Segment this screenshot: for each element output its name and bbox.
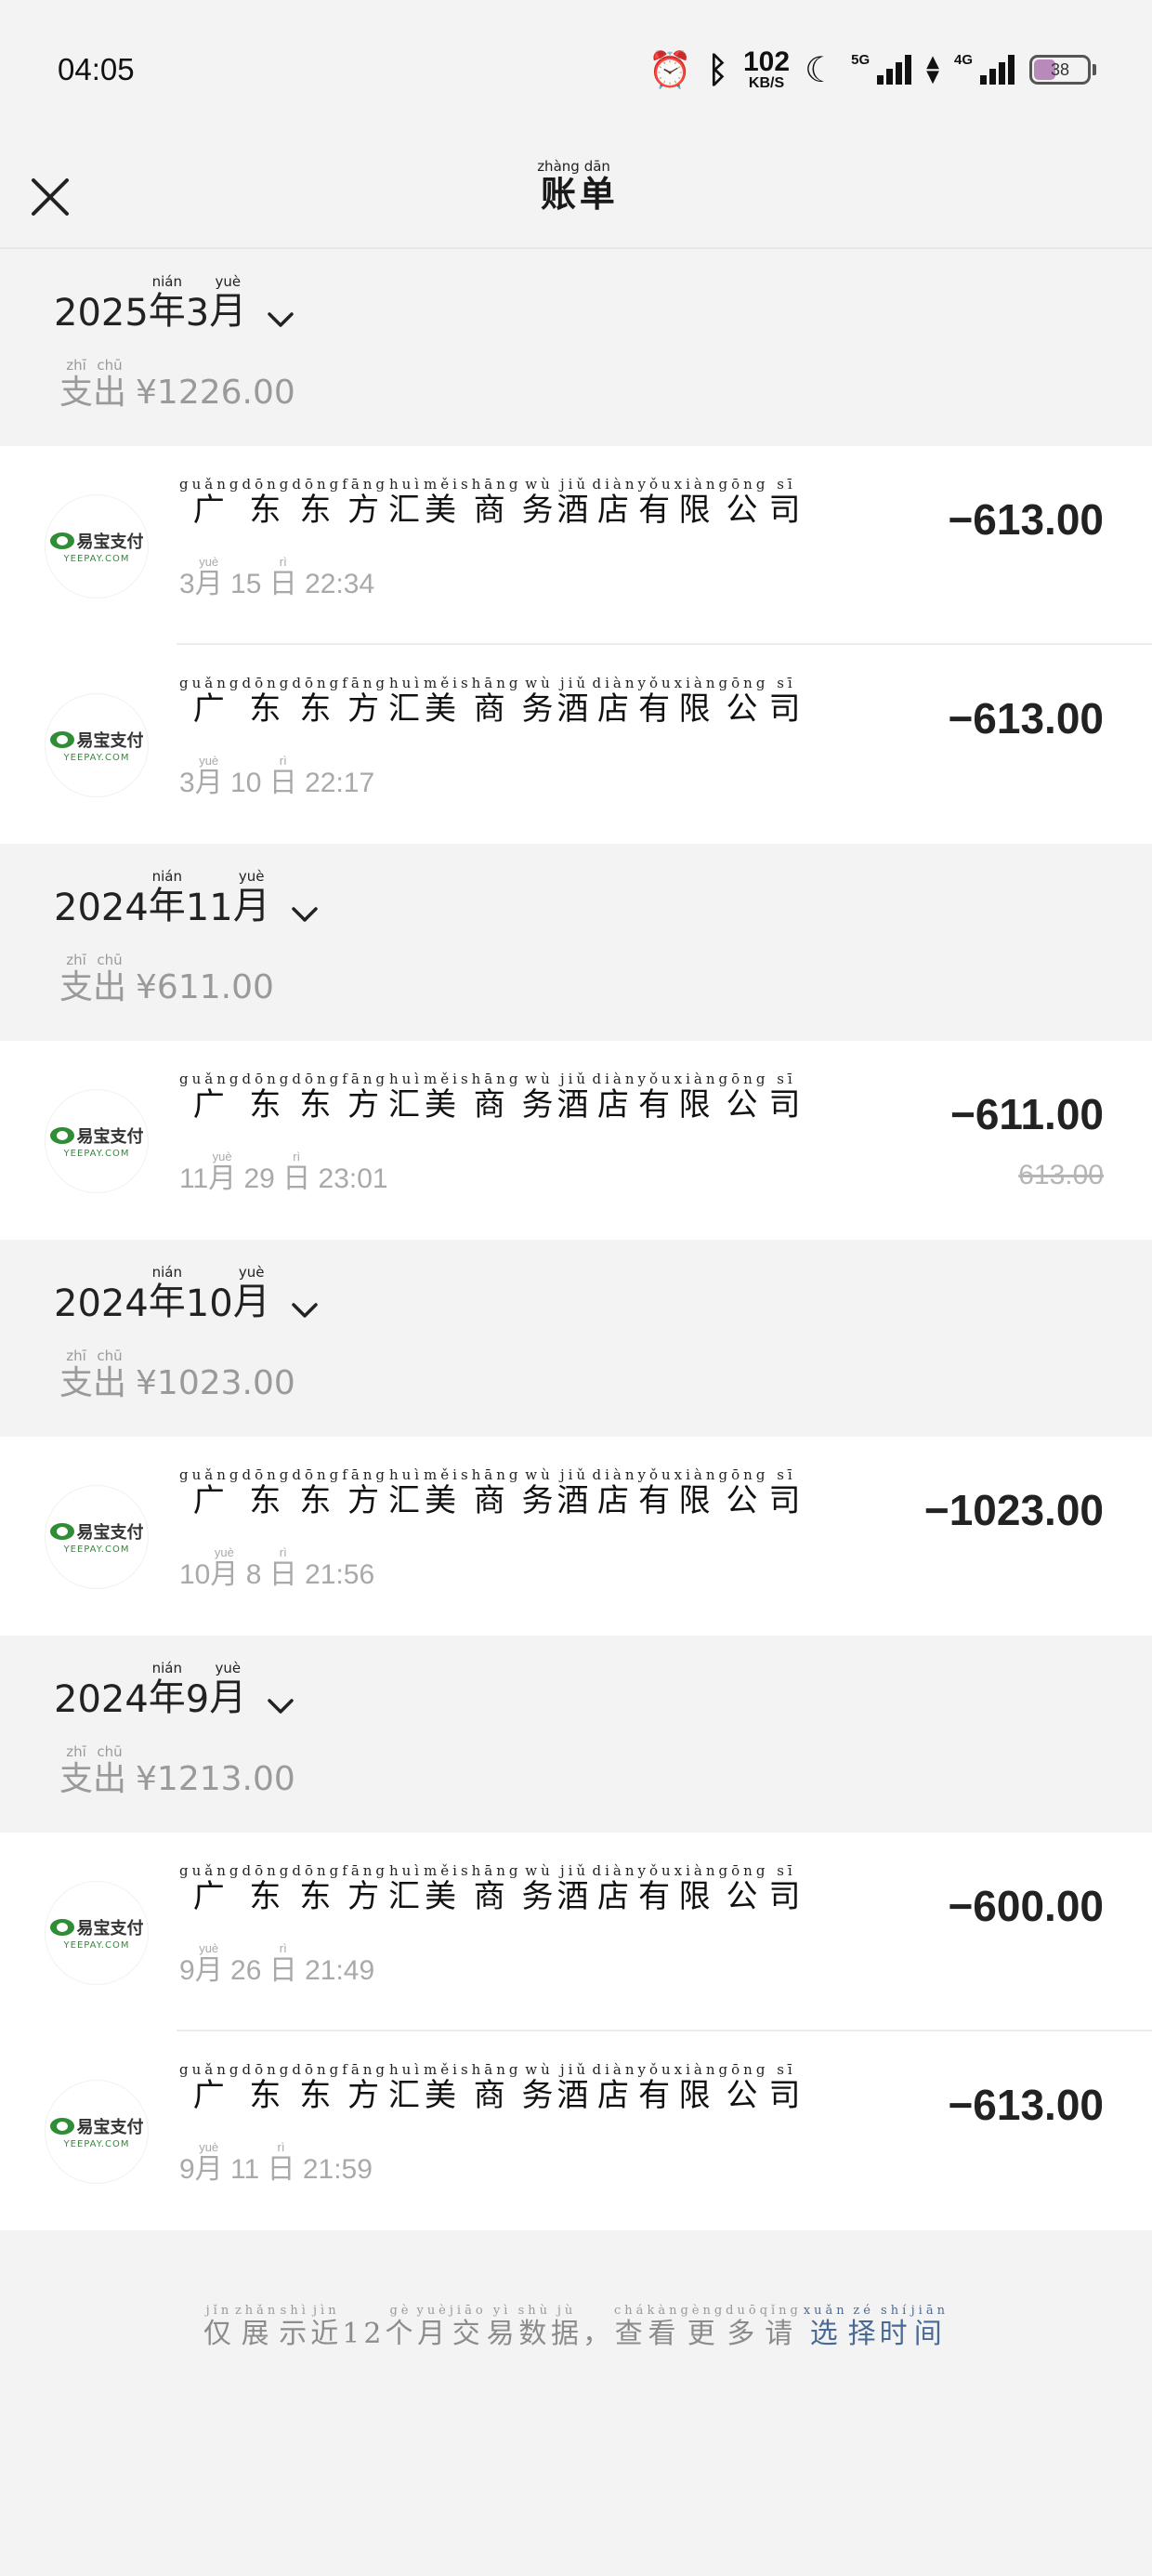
status-time: 04:05 [58,52,135,86]
transaction-amount: −613.00 [948,495,1104,544]
moon-icon: ☾ [805,49,837,90]
transaction-amount: −613.00 [948,694,1104,743]
yeepay-logo-domain: YEEPAY.COM [63,1544,130,1555]
nav-bar: 账zhàng单dān [0,139,1152,249]
battery-tip [1093,64,1096,75]
yeepay-logo-mark [49,1919,74,1936]
month-number: 11 [185,887,233,929]
transaction-row[interactable]: 易宝支付 YEEPAY.COM 广guǎng东dōng东dōng方fāng汇huì美… [0,645,1152,844]
yeepay-logo-text: 易宝支付 [76,731,144,751]
bluetooth-icon: ᛒ [707,49,728,90]
signal-icon [877,55,912,85]
month-total-amount: ¥1023.00 [136,1364,295,1402]
month-expense-total: 支zhī出chū¥611.00 [59,952,274,1006]
chevron-down-icon [291,1303,318,1318]
merchant-name: 广guǎng东dōng东dōng方fāng汇huì美měi商shāng务wù酒j… [179,1071,805,1124]
month-year: 2025 [54,292,149,335]
transaction-time: 10月yuè 8 日rì 21:56 [179,1545,375,1590]
original-amount: 613.00 [1018,1160,1104,1190]
month-selector[interactable]: 2024 年nián 11 月yuè [54,868,319,929]
page-title: 账zhàng单dān [537,158,615,215]
chevron-down-icon [268,312,294,327]
month-header: 2024 年nián 10 月yuè 支zhī出chū¥1023.00 [0,1240,1152,1437]
select-time-link[interactable]: 选xuǎn择zé时shí间jiān [804,2304,949,2350]
transaction-amount: −1023.00 [923,1486,1104,1534]
yeepay-logo-domain: YEEPAY.COM [63,1149,130,1159]
month-selector[interactable]: 2024 年nián 10 月yuè [54,1264,319,1325]
transaction-amount: −611.00 [949,1090,1104,1138]
month-total-amount: ¥1226.00 [136,374,295,412]
month-number: 9 [185,1678,210,1721]
battery-icon: 38 [1029,55,1091,85]
merchant-name: 广guǎng东dōng东dōng方fāng汇huì美měi商shāng务wù酒j… [179,675,805,728]
yeepay-logo: 易宝支付 YEEPAY.COM [45,1485,149,1589]
month-year: 2024 [54,887,149,929]
month-year: 2024 [54,1678,149,1721]
month-expense-total: 支zhī出chū¥1213.00 [59,1743,295,1798]
yeepay-logo-text: 易宝支付 [76,1919,144,1939]
signal-icon-2 [980,55,1015,85]
month-total-amount: ¥611.00 [136,968,274,1006]
yeepay-logo: 易宝支付 YEEPAY.COM [45,494,149,598]
month-expense-total: 支zhī出chū¥1023.00 [59,1347,295,1402]
month-selector[interactable]: 2025 年nián 3 月yuè [54,273,295,335]
yeepay-logo-domain: YEEPAY.COM [63,2139,130,2149]
network-type-1: 5G [851,52,871,68]
merchant-name: 广guǎng东dōng东dōng方fāng汇huì美měi商shāng务wù酒j… [179,1862,805,1915]
transaction-amount: −600.00 [948,1882,1104,1930]
yeepay-logo: 易宝支付 YEEPAY.COM [45,1881,149,1985]
month-header: 2025 年nián 3 月yuè 支zhī出chū¥1226.00 [0,249,1152,446]
chevron-down-icon [291,907,318,922]
footer-text: 仅jǐn展zhǎn示shì近jìn12个gè月yuè交jiāo易yì数shù据j… [203,2304,802,2350]
month-number: 10 [185,1282,233,1325]
yeepay-logo: 易宝支付 YEEPAY.COM [45,2080,149,2184]
transaction-row[interactable]: 易宝支付 YEEPAY.COM 广guǎng东dōng东dōng方fāng汇huì美… [0,2031,1152,2230]
yeepay-logo-mark [49,1127,74,1144]
merchant-name: 广guǎng东dōng东dōng方fāng汇huì美měi商shāng务wù酒j… [179,2061,805,2114]
network-speed: 102 KB/S [743,48,790,91]
status-bar: 04:05 ⏰ ᛒ 102 KB/S ☾ 5G ▲ ▼ 4G 38 [0,0,1152,139]
transaction-amount: −613.00 [948,2081,1104,2129]
transaction-time: 3月yuè 10 日rì 22:17 [179,754,375,798]
transaction-row[interactable]: 易宝支付 YEEPAY.COM 广guǎng东dōng东dōng方fāng汇huì美… [0,1833,1152,2031]
chevron-down-icon [268,1699,294,1714]
merchant-name: 广guǎng东dōng东dōng方fāng汇huì美měi商shāng务wù酒j… [179,476,805,529]
yeepay-logo-text: 易宝支付 [76,1127,144,1147]
month-expense-total: 支zhī出chū¥1226.00 [59,357,295,412]
transaction-row[interactable]: 易宝支付 YEEPAY.COM 广guǎng东dōng东dōng方fāng汇huì美… [0,446,1152,645]
yeepay-logo-text: 易宝支付 [76,1523,144,1543]
alarm-icon: ⏰ [648,49,693,90]
yeepay-logo-mark [49,1523,74,1540]
transaction-row[interactable]: 易宝支付 YEEPAY.COM 广guǎng东dōng东dōng方fāng汇huì美… [0,1041,1152,1240]
yeepay-logo-text: 易宝支付 [76,532,144,552]
merchant-name: 广guǎng东dōng东dōng方fāng汇huì美měi商shāng务wù酒j… [179,1466,805,1519]
yeepay-logo: 易宝支付 YEEPAY.COM [45,1089,149,1193]
month-total-amount: ¥1213.00 [136,1760,295,1798]
yeepay-logo-mark [49,532,74,549]
yeepay-logo-mark [49,731,74,748]
transaction-time: 9月yuè 26 日rì 21:49 [179,1941,375,1986]
yeepay-logo-domain: YEEPAY.COM [63,554,130,564]
yeepay-logo-text: 易宝支付 [76,2118,144,2137]
yeepay-logo: 易宝支付 YEEPAY.COM [45,693,149,797]
month-year: 2024 [54,1282,149,1325]
transaction-time: 9月yuè 11 日rì 21:59 [179,2140,373,2185]
footer-note: 仅jǐn展zhǎn示shì近jìn12个gè月yuè交jiāo易yì数shù据j… [0,2304,1152,2351]
battery-level: 38 [1050,59,1070,79]
network-speed-value: 102 [742,46,791,77]
month-number: 3 [185,292,210,335]
transaction-time: 11月yuè 29 日rì 23:01 [179,1150,388,1194]
transaction-time: 3月yuè 15 日rì 22:34 [179,555,375,599]
yeepay-logo-domain: YEEPAY.COM [63,753,130,763]
month-selector[interactable]: 2024 年nián 9 月yuè [54,1660,295,1721]
transaction-row[interactable]: 易宝支付 YEEPAY.COM 广guǎng东dōng东dōng方fāng汇huì美… [0,1437,1152,1636]
data-arrows-icon: ▲ ▼ [926,51,939,86]
network-type-2: 4G [953,52,973,68]
month-header: 2024 年nián 9 月yuè 支zhī出chū¥1213.00 [0,1636,1152,1833]
month-header: 2024 年nián 11 月yuè 支zhī出chū¥611.00 [0,844,1152,1041]
network-speed-unit: KB/S [748,75,785,91]
yeepay-logo-mark [49,2118,74,2135]
yeepay-logo-domain: YEEPAY.COM [63,1940,130,1951]
status-icons: ⏰ ᛒ 102 KB/S ☾ 5G ▲ ▼ 4G 38 [648,48,1096,91]
